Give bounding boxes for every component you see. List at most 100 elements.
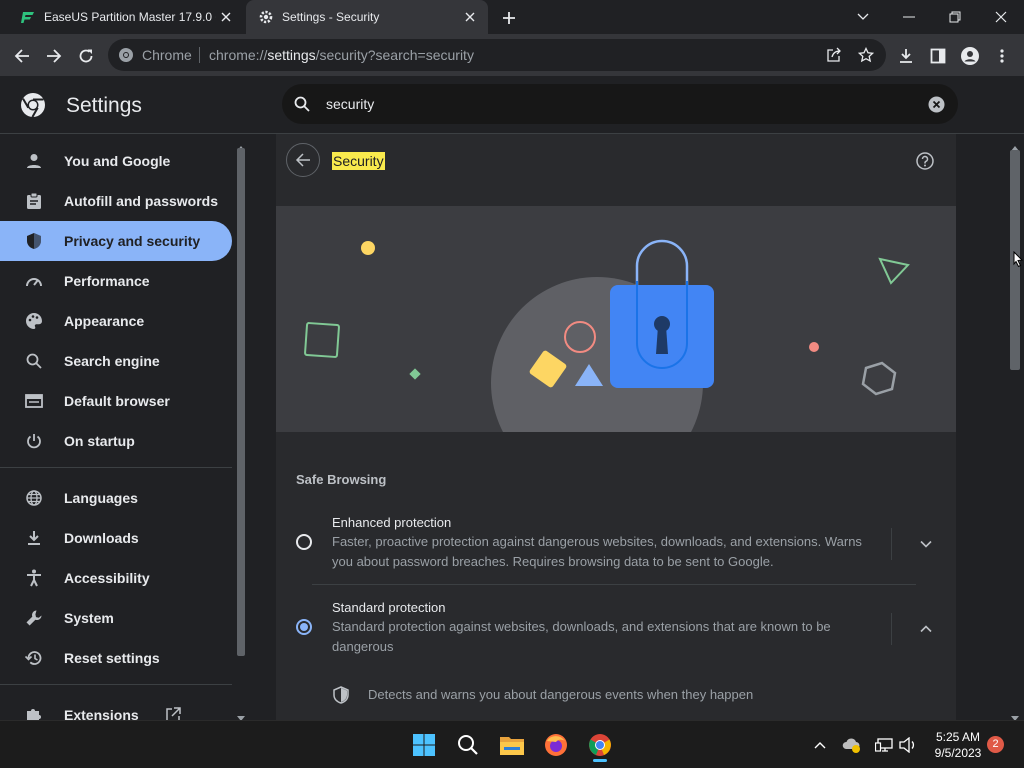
tab-easeus[interactable]: EaseUS Partition Master 17.9.0 + [8, 0, 244, 34]
profile-avatar-icon[interactable] [956, 42, 984, 70]
search-icon[interactable] [452, 729, 484, 761]
globe-icon [24, 488, 44, 508]
enhanced-protection-option[interactable]: Enhanced protection Faster, proactive pr… [296, 508, 936, 578]
notification-badge[interactable]: 2 [987, 736, 1004, 753]
standard-protection-option[interactable]: Standard protection Standard protection … [296, 593, 936, 663]
download-icon[interactable] [892, 42, 920, 70]
tab-settings-security[interactable]: Settings - Security [246, 0, 488, 34]
gear-icon [258, 9, 274, 25]
network-icon[interactable] [874, 735, 894, 755]
sidebar-item-label: Downloads [64, 530, 139, 546]
browser-toolbar: Chrome chrome://settings/security?search… [0, 34, 1024, 76]
accessibility-icon [24, 568, 44, 588]
sidebar-item-extensions[interactable]: Extensions [0, 695, 232, 720]
option-divider [891, 613, 892, 645]
clock-date: 9/5/2023 [934, 746, 982, 760]
chevron-down-icon[interactable] [918, 536, 934, 552]
chevron-up-icon[interactable] [810, 735, 830, 755]
section-title: Safe Browsing [296, 472, 387, 487]
sidebar-item-label: Appearance [64, 313, 145, 329]
forward-arrow-icon[interactable] [40, 42, 68, 70]
firefox-icon[interactable] [540, 729, 572, 761]
sidebar-item-label: Languages [64, 490, 138, 506]
new-tab-icon[interactable] [498, 7, 520, 29]
help-icon[interactable] [916, 152, 934, 170]
url-host: settings [267, 47, 316, 63]
option-separator [312, 584, 916, 585]
option-desc-line: Standard protection against websites, do… [332, 619, 831, 634]
sidebar-item-you-and-google[interactable]: You and Google [0, 141, 232, 181]
back-button[interactable] [286, 143, 320, 177]
restore-icon[interactable] [932, 0, 978, 34]
search-icon [24, 351, 44, 371]
standard-protection-radio[interactable] [296, 619, 312, 635]
sidebar-item-languages[interactable]: Languages [0, 478, 232, 518]
mouse-cursor-icon [1013, 250, 1024, 274]
side-panel-icon[interactable] [924, 42, 952, 70]
puzzle-icon [24, 705, 44, 720]
system-clock[interactable]: 5:25 AM 9/5/2023 [926, 729, 990, 761]
back-arrow-icon[interactable] [8, 42, 36, 70]
option-divider [891, 528, 892, 560]
close-window-icon[interactable] [978, 0, 1024, 34]
sidebar-item-appearance[interactable]: Appearance [0, 301, 232, 341]
sidebar-item-label: Autofill and passwords [64, 193, 219, 209]
sidebar-scrollbar[interactable] [234, 134, 248, 721]
chrome-taskbar-icon[interactable] [584, 729, 616, 762]
easeus-favicon-icon [20, 9, 36, 25]
url-text: chrome://settings/security?search=securi… [209, 47, 474, 63]
sidebar-item-reset-settings[interactable]: Reset settings [0, 638, 232, 678]
sidebar-item-search-engine[interactable]: Search engine [0, 341, 232, 381]
close-tab-icon[interactable] [460, 7, 480, 27]
sidebar-divider [0, 684, 232, 685]
download-icon [24, 528, 44, 548]
speedometer-icon [24, 271, 44, 291]
sidebar-item-downloads[interactable]: Downloads [0, 518, 232, 558]
back-arrow-icon [295, 152, 311, 168]
omnibox-divider [199, 47, 200, 63]
sidebar-item-performance[interactable]: Performance [0, 261, 232, 301]
sidebar-item-privacy[interactable]: Privacy and security [0, 221, 232, 261]
detail-text: Detects and warns you about dangerous ev… [368, 687, 754, 702]
file-explorer-icon[interactable] [496, 729, 528, 761]
url-path: /security?search=security [315, 47, 474, 63]
settings-title: Settings [66, 94, 142, 117]
more-menu-icon[interactable] [988, 42, 1016, 70]
active-app-indicator [593, 759, 607, 762]
settings-main: Security Safe Browsing Enhanced protecti… [248, 134, 1006, 720]
option-desc-line: dangerous [332, 639, 394, 654]
search-input[interactable] [326, 92, 906, 116]
main-scrollbar[interactable] [1006, 134, 1024, 721]
sidebar-item-system[interactable]: System [0, 598, 232, 638]
sidebar-item-autofill[interactable]: Autofill and passwords [0, 181, 232, 221]
onedrive-icon[interactable] [842, 735, 862, 755]
tab-search-chevron-icon[interactable] [840, 0, 886, 34]
sidebar-item-label: Performance [64, 273, 150, 289]
sidebar-item-on-startup[interactable]: On startup [0, 421, 232, 461]
enhanced-protection-radio[interactable] [296, 534, 312, 550]
sidebar-item-label: On startup [64, 433, 135, 449]
person-icon [24, 151, 44, 171]
clock-time: 5:25 AM [935, 730, 981, 744]
sidebar-scroll-thumb[interactable] [237, 148, 245, 656]
option-title: Standard protection [332, 600, 446, 615]
address-bar[interactable]: Chrome chrome://settings/security?search… [108, 39, 886, 71]
minimize-icon[interactable] [886, 0, 932, 34]
settings-search[interactable] [282, 84, 958, 124]
clear-search-icon[interactable] [928, 96, 945, 113]
sidebar-item-label: System [64, 610, 114, 626]
site-label: Chrome [142, 47, 192, 63]
option-desc-line: Faster, proactive protection against dan… [332, 534, 862, 549]
reload-icon[interactable] [72, 42, 100, 70]
chrome-logo-icon [20, 92, 46, 118]
share-icon[interactable] [826, 47, 842, 63]
sidebar-item-default-browser[interactable]: Default browser [0, 381, 232, 421]
security-lock-illustration-icon [304, 239, 910, 432]
chevron-up-icon[interactable] [918, 621, 934, 637]
volume-icon[interactable] [898, 735, 918, 755]
sidebar-item-accessibility[interactable]: Accessibility [0, 558, 232, 598]
bookmark-star-icon[interactable] [857, 46, 875, 63]
close-tab-icon[interactable] [216, 7, 236, 27]
settings-header: Settings [0, 76, 1024, 134]
windows-start-icon[interactable] [408, 729, 440, 761]
